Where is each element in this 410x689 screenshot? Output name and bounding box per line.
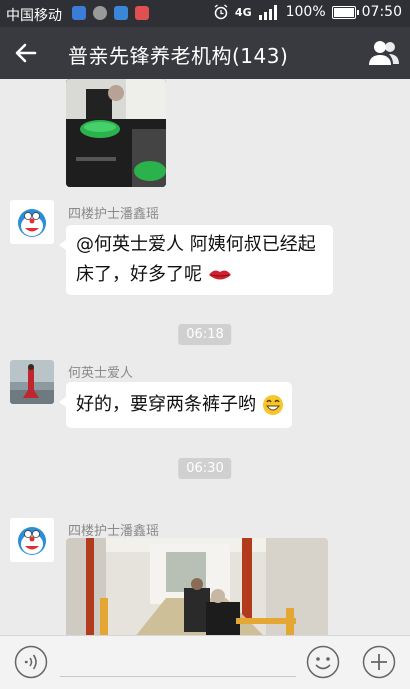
carrier-label: 中国移动	[6, 8, 62, 24]
image-message[interactable]	[66, 538, 328, 635]
landscape-avatar-icon	[10, 360, 54, 404]
battery-percent: 100%	[285, 4, 326, 20]
timestamp: 06:30	[178, 458, 232, 479]
sender-name: 四楼护士潘鑫瑶	[68, 524, 160, 539]
timestamp: 06:18	[178, 324, 232, 345]
app-notification-icon	[72, 6, 86, 20]
clock: 07:50	[361, 4, 402, 20]
message-text-line: 床了，好多了呢	[76, 259, 232, 291]
smile-emoji-icon	[262, 395, 283, 415]
group-members-icon[interactable]	[368, 39, 400, 67]
chat-title: 普亲先锋养老机构(143)	[68, 44, 289, 68]
battery-icon	[331, 5, 359, 19]
sender-name: 何英士爱人	[68, 366, 134, 381]
avatar-notification-icon	[93, 6, 107, 20]
alarm-icon	[214, 4, 228, 20]
network-4g-top: 4G	[234, 5, 252, 19]
lips-emoji-icon	[208, 270, 231, 280]
message-text-line: @何英士爱人 阿姨何叔已经起	[76, 234, 316, 255]
image-message[interactable]	[66, 79, 166, 187]
avatar[interactable]	[10, 518, 54, 562]
chat-area[interactable]: 四楼护士潘鑫瑶 @何英士爱人 阿姨何叔已经起 床了，好多了呢 06:18 何英士…	[0, 79, 410, 635]
signal-icon	[258, 5, 277, 20]
voice-icon[interactable]	[14, 645, 48, 679]
plus-icon[interactable]	[362, 645, 396, 679]
network-type-label: 4G	[234, 5, 252, 19]
input-bar	[0, 635, 410, 689]
message-text: 好的，要穿两条裤子哟	[76, 394, 256, 415]
message-text: 床了，好多了呢	[76, 264, 202, 285]
arrow-left-icon[interactable]	[10, 37, 42, 69]
photo-content	[66, 538, 328, 635]
gallery-notification-icon	[114, 6, 128, 20]
message-bubble[interactable]: @何英士爱人 阿姨何叔已经起 床了，好多了呢	[59, 225, 333, 295]
message-input[interactable]	[60, 648, 296, 677]
title-bar: 普亲先锋养老机构(143)	[0, 27, 410, 79]
message-bubble[interactable]: 好的，要穿两条裤子哟	[59, 382, 292, 428]
camera-notification-icon	[135, 6, 149, 20]
doraemon-avatar-icon	[10, 200, 54, 244]
sender-name: 四楼护士潘鑫瑶	[68, 207, 160, 222]
doraemon-avatar-icon	[10, 518, 54, 562]
message-text-line: 好的，要穿两条裤子哟	[76, 389, 284, 421]
photo-content	[66, 79, 166, 187]
emoji-icon[interactable]	[306, 645, 340, 679]
status-bar: 中国移动 4G 100% 07:50	[0, 0, 410, 27]
avatar[interactable]	[10, 360, 54, 404]
avatar[interactable]	[10, 200, 54, 244]
